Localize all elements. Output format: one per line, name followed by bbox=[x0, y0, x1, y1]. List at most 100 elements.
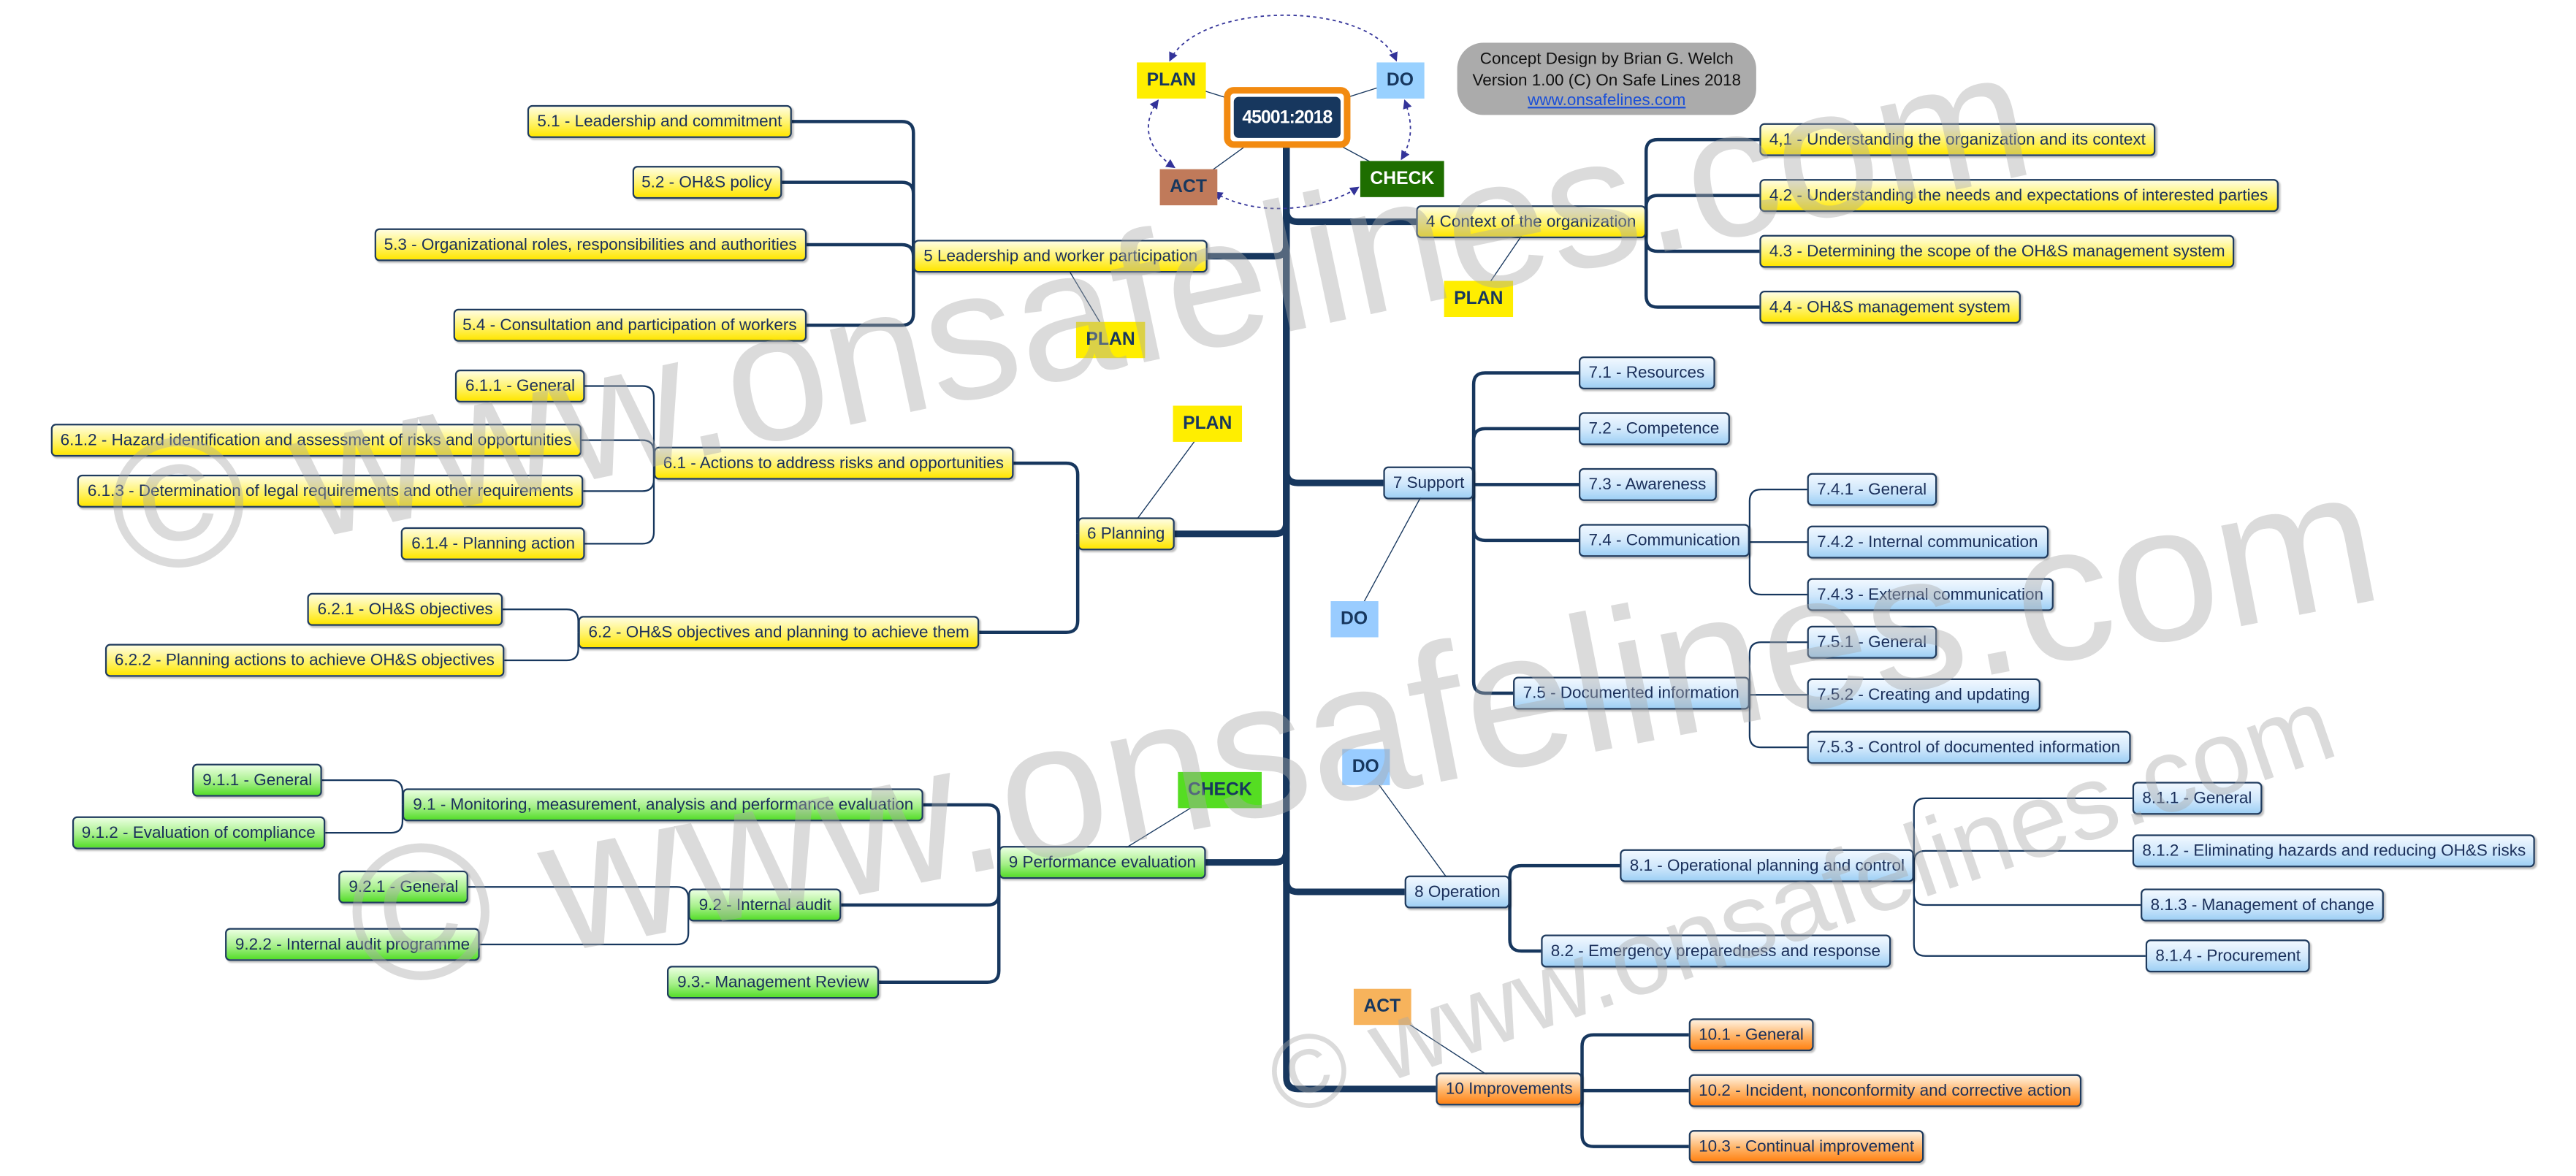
branch-connector bbox=[923, 803, 1001, 863]
leaf-connector bbox=[468, 886, 690, 906]
branch-connector bbox=[1471, 427, 1579, 484]
phase-tag-do: DO bbox=[1330, 601, 1378, 638]
sub-subtopic-node[interactable]: 6.1.2 - Hazard identification and assess… bbox=[50, 424, 582, 457]
sub-subtopic-node[interactable]: 6.2.1 - OH&S objectives bbox=[308, 592, 503, 626]
branch-connector bbox=[1644, 194, 1760, 222]
branch-connector bbox=[1644, 221, 1760, 309]
central-topic-45001[interactable]: 45001:2018 bbox=[1224, 87, 1351, 148]
subtopic-node[interactable]: 7.2 - Competence bbox=[1579, 412, 1729, 446]
leaf-connector bbox=[504, 632, 579, 662]
mind-map-canvas: 45001:2018 Concept Design by Brian G. We… bbox=[0, 0, 2576, 1176]
branch-connector bbox=[1644, 137, 1760, 222]
subtopic-node[interactable]: 6.2 - OH&S objectives and planning to ac… bbox=[578, 616, 980, 649]
pdca-check-box[interactable]: CHECK bbox=[1360, 161, 1444, 197]
branch-connector bbox=[879, 862, 1001, 984]
main-topic-node[interactable]: 8 Operation bbox=[1404, 875, 1511, 909]
sub-subtopic-node[interactable]: 6.1.3 - Determination of legal requireme… bbox=[77, 474, 584, 508]
main-topic-node[interactable]: 7 Support bbox=[1383, 466, 1474, 500]
pdca-act-box[interactable]: ACT bbox=[1159, 169, 1217, 206]
sub-subtopic-node[interactable]: 9.2.1 - General bbox=[338, 870, 468, 904]
leaf-connector bbox=[584, 385, 655, 464]
leaf-connector bbox=[1913, 866, 2141, 906]
leaf-connector bbox=[1913, 849, 2133, 866]
branch-connector bbox=[1580, 1033, 1689, 1089]
subtopic-node[interactable]: 5.4 - Consultation and participation of … bbox=[452, 308, 807, 342]
main-topic-node[interactable]: 4 Context of the organization bbox=[1416, 205, 1646, 239]
branch-connector bbox=[1013, 461, 1080, 534]
branch-connector bbox=[1471, 483, 1579, 543]
phase-tag-plan: PLAN bbox=[1173, 405, 1242, 442]
branch-connector bbox=[1580, 1088, 1689, 1148]
sub-subtopic-node[interactable]: 6.1.1 - General bbox=[455, 369, 585, 402]
sub-subtopic-node[interactable]: 6.2.2 - Planning actions to achieve OH&S… bbox=[104, 644, 505, 677]
subtopic-node[interactable]: 10.1 - General bbox=[1688, 1018, 1814, 1052]
do-to-check-arrow bbox=[1401, 99, 1412, 161]
tag-connector bbox=[1365, 766, 1458, 893]
subtopic-node[interactable]: 4.3 - Determining the scope of the OH&S … bbox=[1759, 234, 2236, 268]
sub-subtopic-node[interactable]: 8.1.1 - General bbox=[2132, 782, 2262, 815]
main-topic-node[interactable]: 5 Leadership and worker participation bbox=[913, 240, 1208, 273]
subtopic-node[interactable]: 5.1 - Leadership and commitment bbox=[527, 104, 792, 138]
subtopic-node[interactable]: 7.5 - Documented information bbox=[1513, 676, 1750, 710]
subtopic-node[interactable]: 4,1 - Understanding the organization and… bbox=[1759, 123, 2156, 156]
sub-subtopic-node[interactable]: 7.4.1 - General bbox=[1807, 473, 1937, 506]
leaf-connector bbox=[479, 905, 690, 946]
sub-subtopic-node[interactable]: 7.4.3 - External communication bbox=[1807, 578, 2054, 611]
pdca-do-box[interactable]: DO bbox=[1376, 62, 1424, 99]
central-topic-label: 45001:2018 bbox=[1233, 96, 1341, 138]
credit-line-1: Concept Design by Brian G. Welch bbox=[1479, 50, 1734, 69]
phase-tag-check: CHECK bbox=[1178, 771, 1262, 809]
phase-tag-plan: PLAN bbox=[1075, 321, 1146, 359]
sub-subtopic-node[interactable]: 7.5.2 - Creating and updating bbox=[1807, 678, 2040, 711]
sub-subtopic-node[interactable]: 7.5.3 - Control of documented informatio… bbox=[1807, 730, 2130, 764]
sub-subtopic-node[interactable]: 8.1.2 - Eliminating hazards and reducing… bbox=[2132, 834, 2536, 868]
subtopic-node[interactable]: 10.3 - Continual improvement bbox=[1688, 1130, 1924, 1164]
leaf-connector bbox=[1748, 540, 1807, 596]
subtopic-node[interactable]: 8.1 - Operational planning and control bbox=[1620, 849, 1915, 882]
subtopic-node[interactable]: 5.2 - OH&S policy bbox=[631, 166, 782, 199]
sub-subtopic-node[interactable]: 6.1.4 - Planning action bbox=[401, 527, 585, 560]
sub-subtopic-node[interactable]: 7.4.2 - Internal communication bbox=[1807, 525, 2049, 559]
leaf-connector bbox=[503, 608, 579, 633]
pdca-plan-box[interactable]: PLAN bbox=[1137, 62, 1206, 99]
credit-callout: Concept Design by Brian G. Welch Version… bbox=[1457, 42, 1756, 115]
leaf-connector bbox=[325, 804, 404, 834]
subtopic-node[interactable]: 9.2 - Internal audit bbox=[689, 888, 842, 922]
subtopic-node[interactable]: 4.4 - OH&S management system bbox=[1759, 291, 2021, 324]
leaf-connector bbox=[584, 463, 655, 545]
credit-website-link[interactable]: www.onsafelines.com bbox=[1528, 92, 1685, 110]
subtopic-node[interactable]: 9.3.- Management Review bbox=[667, 966, 880, 999]
subtopic-node[interactable]: 8.2 - Emergency preparedness and respons… bbox=[1541, 934, 1891, 968]
tag-connector bbox=[1354, 482, 1429, 620]
leaf-connector bbox=[1748, 488, 1807, 541]
connector-layer bbox=[321, 15, 2146, 1148]
main-topic-node[interactable]: 10 Improvements bbox=[1436, 1072, 1583, 1106]
sub-subtopic-node[interactable]: 9.1.1 - General bbox=[192, 763, 322, 797]
branch-connector bbox=[807, 256, 915, 327]
sub-subtopic-node[interactable]: 9.2.2 - Internal audit programme bbox=[225, 928, 480, 961]
phase-tag-act: ACT bbox=[1353, 988, 1411, 1026]
sub-subtopic-node[interactable]: 7.5.1 - General bbox=[1807, 625, 1937, 659]
main-topic-node[interactable]: 9 Performance evaluation bbox=[999, 846, 1206, 879]
branch-connector bbox=[1471, 483, 1514, 695]
branch-connector bbox=[1644, 221, 1760, 253]
sub-subtopic-node[interactable]: 8.1.4 - Procurement bbox=[2145, 939, 2311, 973]
subtopic-node[interactable]: 7.4 - Communication bbox=[1579, 524, 1750, 557]
subtopic-node[interactable]: 4.2 - Understanding the needs and expect… bbox=[1759, 179, 2278, 213]
branch-connector bbox=[807, 243, 915, 256]
subtopic-node[interactable]: 9.1 - Monitoring, measurement, analysis … bbox=[403, 788, 923, 822]
trunk-connector bbox=[1207, 144, 1290, 260]
subtopic-node[interactable]: 7.3 - Awareness bbox=[1579, 467, 1716, 501]
sub-subtopic-node[interactable]: 9.1.2 - Evaluation of compliance bbox=[72, 816, 326, 849]
leaf-connector bbox=[321, 779, 404, 805]
sub-subtopic-node[interactable]: 8.1.3 - Management of change bbox=[2141, 888, 2385, 922]
subtopic-node[interactable]: 5.3 - Organizational roles, responsibili… bbox=[374, 228, 807, 261]
main-topic-node[interactable]: 6 Planning bbox=[1077, 517, 1175, 551]
subtopic-node[interactable]: 6.1 - Actions to address risks and oppor… bbox=[653, 446, 1014, 480]
subtopic-node[interactable]: 7.1 - Resources bbox=[1579, 356, 1715, 389]
subtopic-node[interactable]: 10.2 - Incident, nonconformity and corre… bbox=[1688, 1074, 2081, 1107]
leaf-connector bbox=[583, 463, 655, 492]
leaf-connector bbox=[582, 439, 655, 464]
plan-to-act-arrow bbox=[1148, 99, 1175, 169]
leaf-connector bbox=[1913, 797, 2133, 866]
